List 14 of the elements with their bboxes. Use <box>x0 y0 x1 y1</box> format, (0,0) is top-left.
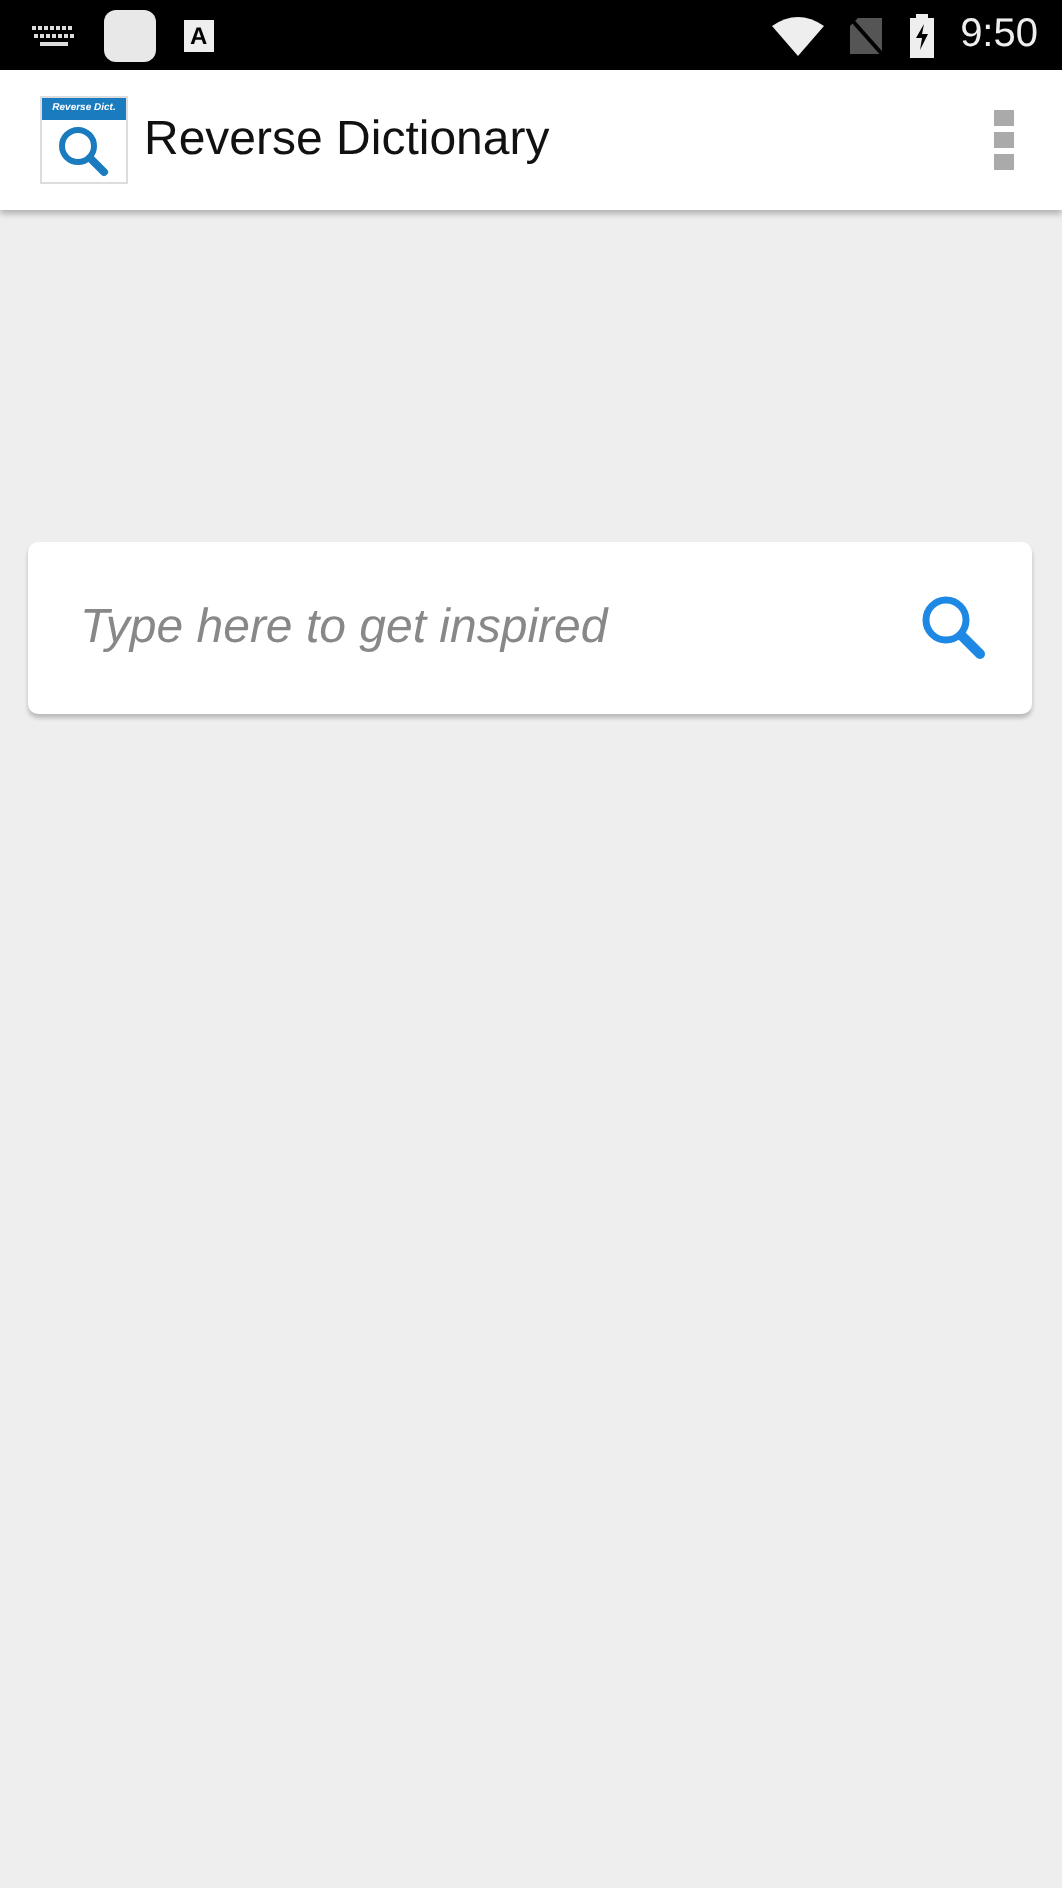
keyboard-icon <box>32 23 76 47</box>
search-field[interactable]: Type here to get inspired <box>76 598 920 658</box>
no-sim-icon <box>848 15 885 55</box>
app-title: Reverse Dictionary <box>144 112 552 168</box>
clock-time: 9:50 <box>960 12 1038 58</box>
magnifier-icon <box>56 124 112 180</box>
wifi-icon <box>772 15 825 55</box>
notification-icon <box>104 9 156 61</box>
battery-charging-icon <box>908 13 937 57</box>
app-badge: A <box>184 19 214 51</box>
search-button[interactable] <box>920 594 988 662</box>
menu-icon <box>994 110 1014 170</box>
search-icon <box>920 594 988 662</box>
search-bar[interactable]: Type here to get inspired <box>28 542 1032 714</box>
